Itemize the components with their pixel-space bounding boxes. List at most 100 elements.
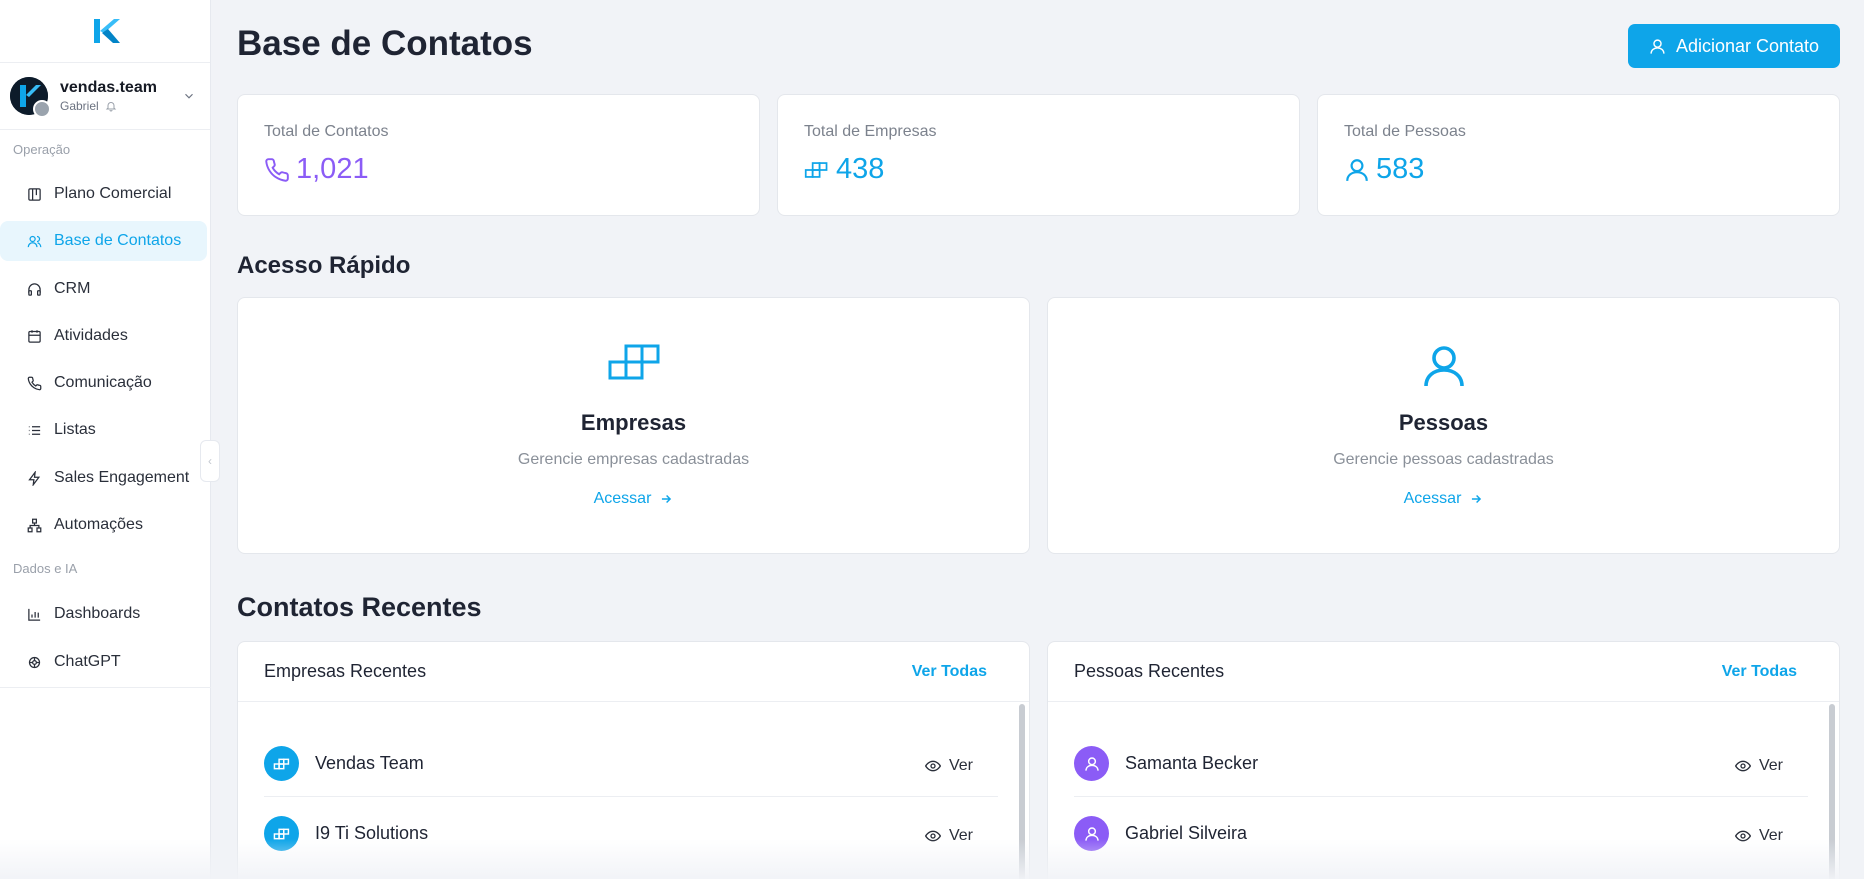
sidebar-item-listas[interactable]: Listas — [0, 410, 207, 450]
phone-icon — [265, 157, 289, 182]
sidebar-item-plano-comercial[interactable]: Plano Comercial — [0, 174, 207, 214]
eye-icon — [1734, 830, 1751, 842]
logo-area — [0, 0, 210, 63]
sidebar-item-label: Listas — [54, 421, 96, 438]
quick-access-link-label: Acessar — [593, 490, 652, 507]
blocks-icon — [273, 758, 289, 769]
sidebar-item-atividades[interactable]: Atividades — [0, 316, 207, 356]
board-icon — [26, 186, 42, 202]
section-label-dados: Dados e IA — [13, 561, 78, 576]
quick-access-desc: Gerencie empresas cadastradas — [517, 451, 750, 468]
sidebar-item-label: Comunicação — [54, 374, 152, 391]
list-item: Vendas Team Ver — [264, 727, 998, 797]
eye-icon — [924, 760, 941, 772]
workspace-name: vendas.team — [60, 79, 157, 96]
stat-card-pessoas: Total de Pessoas 583 — [1317, 94, 1840, 216]
sidebar-item-label: Plano Comercial — [54, 185, 172, 202]
user-icon — [1346, 158, 1368, 181]
scrollbar[interactable] — [1019, 704, 1025, 879]
sidebar-item-dashboards[interactable]: Dashboards — [0, 594, 207, 634]
stat-label: Total de Contatos — [264, 123, 389, 140]
phone-icon — [26, 375, 42, 391]
sidebar-item-label: Base de Contatos — [54, 232, 182, 249]
quick-access-link[interactable]: Acessar — [238, 490, 1029, 508]
add-contact-button[interactable]: Adicionar Contato — [1628, 24, 1840, 68]
user-icon — [1423, 346, 1464, 387]
arrow-right-icon — [1472, 494, 1482, 504]
chevron-down-icon[interactable] — [182, 89, 196, 103]
stat-value: 1,021 — [296, 153, 369, 185]
quick-access-card-pessoas[interactable]: Pessoas Gerencie pessoas cadastradas Ace… — [1047, 297, 1840, 554]
list-item: Samanta Becker Ver — [1074, 727, 1808, 797]
bar-chart-icon — [26, 606, 42, 622]
quick-access-title: Empresas — [580, 410, 687, 435]
person-name[interactable]: Gabriel Silveira — [1125, 823, 1247, 844]
recent-companies-panel: Empresas Recentes Ver Todas Vendas Team … — [237, 641, 1030, 879]
company-avatar — [264, 816, 299, 851]
sidebar-item-sales-engagement[interactable]: Sales Engagement — [0, 458, 207, 498]
view-button[interactable]: Ver — [1734, 757, 1783, 775]
workspace-user: Gabriel — [60, 99, 99, 113]
company-avatar — [264, 746, 299, 781]
view-label: Ver — [948, 757, 973, 774]
list-item: I9 Ti Solutions Ver — [264, 797, 998, 867]
eye-icon — [1734, 760, 1751, 772]
sidebar-item-label: Automações — [54, 516, 143, 533]
company-name[interactable]: I9 Ti Solutions — [315, 823, 428, 844]
calendar-icon — [26, 328, 42, 344]
sidebar-item-label: Sales Engagement — [54, 469, 190, 486]
user-icon — [1084, 756, 1099, 771]
user-avatar — [33, 100, 51, 118]
arrow-right-icon — [662, 494, 672, 504]
sidebar-item-comunicacao[interactable]: Comunicação — [0, 363, 207, 403]
recent-people-panel: Pessoas Recentes Ver Todas Samanta Becke… — [1047, 641, 1840, 879]
stat-card-empresas: Total de Empresas 438 — [777, 94, 1300, 216]
quick-access-title: Pessoas — [1398, 410, 1489, 435]
list-item: Gabriel Silveira Ver — [1074, 797, 1808, 867]
section-title-acesso-rapido: Acesso Rápido — [237, 252, 411, 279]
bolt-icon — [26, 470, 42, 486]
section-label-operacao: Operação — [13, 142, 71, 157]
quick-access-link[interactable]: Acessar — [1048, 490, 1839, 508]
blocks-icon — [608, 344, 659, 380]
sidebar-divider — [0, 687, 211, 688]
view-all-link[interactable]: Ver Todas — [912, 663, 987, 681]
person-name[interactable]: Samanta Becker — [1125, 753, 1258, 774]
view-button[interactable]: Ver — [1734, 827, 1783, 845]
workspace-switcher[interactable]: vendas.team Gabriel — [0, 63, 210, 130]
sidebar: vendas.team Gabriel Operação Plano Comer… — [0, 0, 211, 879]
person-avatar — [1074, 816, 1109, 851]
stat-value: 438 — [836, 153, 885, 185]
openai-icon — [26, 654, 42, 670]
blocks-icon — [804, 161, 828, 178]
sidebar-item-chatgpt[interactable]: ChatGPT — [0, 642, 207, 682]
workspace-avatar — [10, 77, 51, 118]
sidebar-item-automacoes[interactable]: Automações — [0, 505, 207, 545]
list-icon — [26, 422, 42, 438]
scrollbar[interactable] — [1829, 704, 1835, 879]
view-button[interactable]: Ver — [924, 827, 973, 845]
bell-icon[interactable] — [105, 100, 117, 112]
stat-label: Total de Pessoas — [1344, 123, 1466, 140]
company-name[interactable]: Vendas Team — [315, 753, 424, 774]
sidebar-item-label: CRM — [54, 280, 91, 297]
logo-icon[interactable] — [90, 17, 120, 45]
view-button[interactable]: Ver — [924, 757, 973, 775]
view-all-link[interactable]: Ver Todas — [1722, 663, 1797, 681]
sidebar-item-crm[interactable]: CRM — [0, 269, 207, 309]
panel-title: Pessoas Recentes — [1074, 661, 1225, 681]
panel-title: Empresas Recentes — [264, 661, 427, 681]
quick-access-desc: Gerencie pessoas cadastradas — [1333, 451, 1554, 468]
quick-access-card-empresas[interactable]: Empresas Gerencie empresas cadastradas A… — [237, 297, 1030, 554]
stat-label: Total de Empresas — [804, 123, 937, 140]
add-contact-label: Adicionar Contato — [1675, 35, 1820, 56]
eye-icon — [924, 830, 941, 842]
quick-access-link-label: Acessar — [1403, 490, 1462, 507]
stat-card-contatos: Total de Contatos 1,021 — [237, 94, 760, 216]
workflow-icon — [26, 517, 42, 533]
sidebar-item-base-de-contatos[interactable]: Base de Contatos — [0, 221, 207, 261]
page-title: Base de Contatos — [237, 24, 533, 63]
headphones-icon — [26, 281, 42, 297]
contacts-icon — [26, 233, 42, 249]
sidebar-collapse-handle[interactable]: ‹ — [200, 440, 220, 482]
